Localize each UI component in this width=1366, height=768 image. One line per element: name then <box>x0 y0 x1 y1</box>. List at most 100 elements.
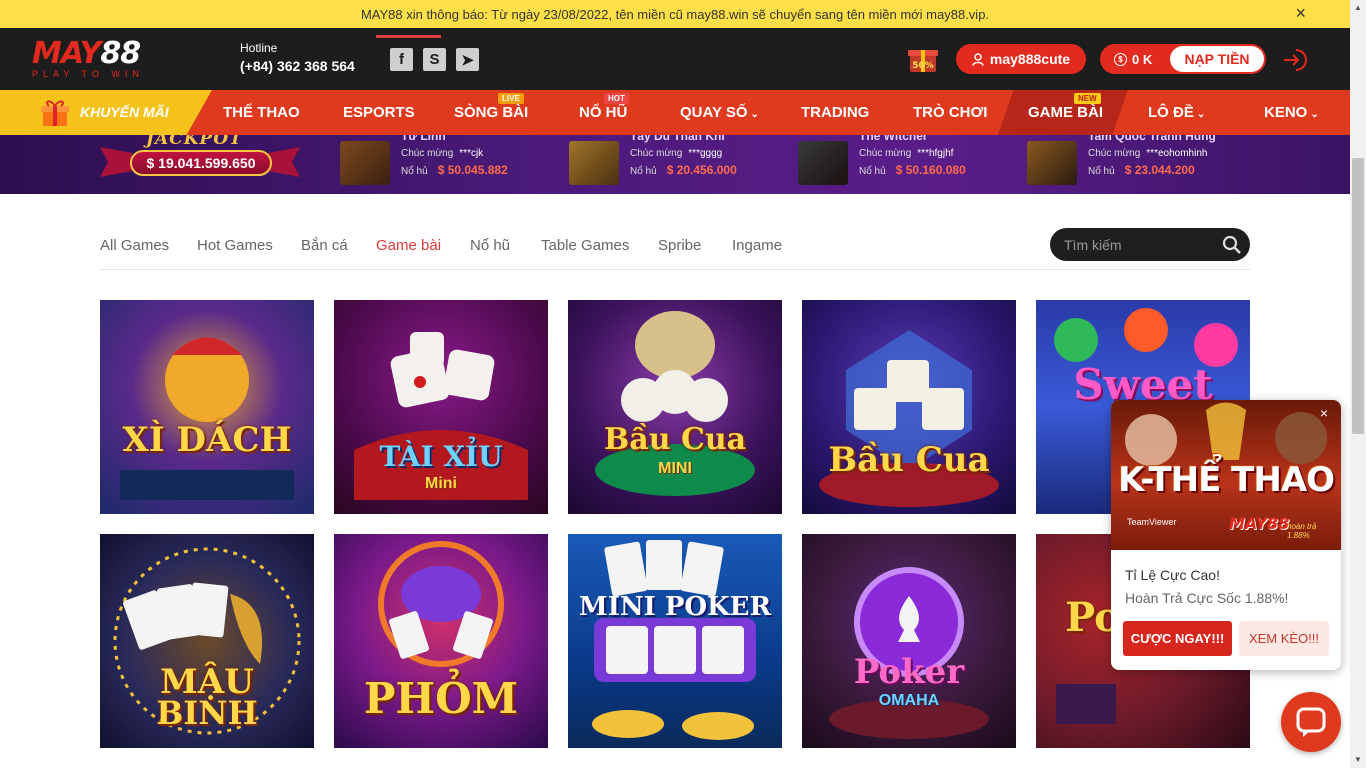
winner-label: Nổ hủ <box>630 166 657 177</box>
scroll-up-arrow[interactable]: ▲ <box>1350 0 1366 16</box>
hotline-number: (+84) 362 368 564 <box>240 58 355 74</box>
game-tile[interactable]: MINI POKER <box>568 534 782 748</box>
logo[interactable]: MAY88 PLAY TO WIN <box>32 39 177 80</box>
nav-item-quay-so[interactable]: QUAY SỐ ⌄ <box>680 104 759 121</box>
winner-user: ***gggg <box>688 148 723 159</box>
tab-table-games[interactable]: Table Games <box>541 237 629 254</box>
game-thumbnail <box>798 141 848 185</box>
popup-banner[interactable]: × K-THỂ THAO TeamViewer MAY88 hoàn trả 1… <box>1111 400 1341 550</box>
winner-user: ***cjk <box>459 148 484 159</box>
game-title: Bầu Cua <box>603 422 747 457</box>
bet-now-button[interactable]: CƯỢC NGAY!!! <box>1123 621 1232 656</box>
winner-label: Nổ hủ <box>401 166 428 177</box>
main-nav: KHUYẾN MÃI THỂ THAO ESPORTS LIVE SÒNG BÀ… <box>0 90 1350 135</box>
notice-close-button[interactable]: × <box>1295 4 1306 22</box>
nav-item-no-hu[interactable]: HOT NỔ HŨ <box>579 93 629 121</box>
popup-title: K-THỂ THAO <box>1117 460 1335 500</box>
tab-hot-games[interactable]: Hot Games <box>197 237 273 254</box>
game-thumbnail <box>1027 141 1077 185</box>
social-links: f S ➤ <box>390 48 479 71</box>
tab-spribe[interactable]: Spribe <box>658 237 701 254</box>
winner-label: Nổ hủ <box>859 166 886 177</box>
balance[interactable]: $ 0 K <box>1100 52 1170 67</box>
live-chat-button[interactable] <box>1281 692 1341 752</box>
jackpot-box: JACKPOT $ 19.041.599.650 <box>100 135 300 194</box>
deposit-button[interactable]: NẠP TIỀN <box>1170 46 1264 72</box>
nav-item-esports[interactable]: ESPORTS <box>343 104 415 121</box>
winner-amount: $ 23.044.200 <box>1124 163 1195 177</box>
telegram-icon[interactable]: ➤ <box>456 48 479 71</box>
nav-item-song-bai[interactable]: LIVE SÒNG BÀI <box>454 93 529 121</box>
tab-ingame[interactable]: Ingame <box>732 237 782 254</box>
ribbon-left <box>100 147 132 177</box>
jackpot-winner[interactable]: Tứ Linh Chúc mừng ***cjk Nổ hủ $ 50.045.88… <box>340 135 550 194</box>
view-odds-button[interactable]: XEM KÈO!!! <box>1239 621 1329 656</box>
nav-item-the-thao[interactable]: THỂ THAO <box>223 104 300 121</box>
game-title: Poker <box>853 652 965 692</box>
nav-item-lo-de[interactable]: LÔ ĐỀ ⌄ <box>1148 104 1205 121</box>
game-tile[interactable]: PHỎM <box>334 534 548 748</box>
game-thumbnail <box>340 141 390 185</box>
jackpot-title: JACKPOT <box>146 135 243 149</box>
game-thumbnail <box>569 141 619 185</box>
scroll-down-arrow[interactable]: ▼ <box>1350 752 1366 768</box>
nav-label: SÒNG BÀI <box>454 104 529 121</box>
nav-item-keno[interactable]: KENO ⌄ <box>1264 104 1319 121</box>
game-tile[interactable]: Poker OMAHA <box>802 534 1016 748</box>
game-art <box>829 567 989 739</box>
search-icon[interactable] <box>1222 235 1242 255</box>
nav-item-trading[interactable]: TRADING <box>801 104 869 121</box>
promo-gift-icon[interactable]: 50% <box>907 44 939 74</box>
game-tile[interactable]: Bầu Cua MINI <box>568 300 782 514</box>
tab-no-hu[interactable]: Nổ hũ <box>470 237 510 254</box>
chevron-down-icon: ⌄ <box>1310 109 1319 120</box>
popup-close-button[interactable]: × <box>1315 404 1333 422</box>
game-title: Bầu Cua <box>828 440 990 480</box>
header: MAY88 PLAY TO WIN Hotline (+84) 362 368 … <box>0 28 1350 90</box>
skype-icon[interactable]: S <box>423 48 446 71</box>
scrollbar-thumb[interactable] <box>1352 158 1364 434</box>
jackpot-winner[interactable]: Tây Du Thần Khí Chúc mừng ***gggg Nổ hủ $ … <box>569 135 779 194</box>
winner-game: The Witcher <box>859 135 928 143</box>
game-tile[interactable]: Bầu Cua <box>802 300 1016 514</box>
hot-badge: HOT <box>604 93 629 104</box>
facebook-icon[interactable]: f <box>390 48 413 71</box>
game-subtitle: BINH <box>156 694 258 732</box>
promo-badge: 50% <box>912 61 934 71</box>
jackpot-winner[interactable]: The Witcher Chúc mừng ***hfgjhf Nổ hủ $ 50… <box>798 135 1008 194</box>
jackpot-banner: JACKPOT $ 19.041.599.650 Tứ Linh Chúc mừ… <box>0 135 1350 194</box>
game-tile[interactable]: TÀI XỈU Mini <box>334 300 548 514</box>
game-art <box>819 330 999 507</box>
tab-ban-ca[interactable]: Bắn cá <box>301 237 348 254</box>
chevron-down-icon: ⌄ <box>1196 109 1206 120</box>
winner-label: Nổ hủ <box>1088 166 1115 177</box>
hotline: Hotline (+84) 362 368 564 <box>240 41 355 74</box>
nav-label: LÔ ĐỀ <box>1148 104 1194 121</box>
active-tab-indicator <box>376 35 441 38</box>
search-input[interactable] <box>1064 228 1214 261</box>
chevron-down-icon: ⌄ <box>750 109 759 120</box>
game-art <box>592 540 756 740</box>
user-icon <box>972 52 984 66</box>
nav-item-game-bai[interactable]: NEW GAME BÀI <box>1028 93 1103 121</box>
tab-all-games[interactable]: All Games <box>100 237 169 254</box>
jackpot-winner[interactable]: Tam Quốc Tranh Hùng Chúc mừng ***eohomhin… <box>1027 135 1237 194</box>
nav-promo[interactable]: KHUYẾN MÃI <box>80 104 169 120</box>
game-subtitle: MINI <box>658 460 692 477</box>
coin-icon: $ <box>1114 52 1127 66</box>
nav-label: GAME BÀI <box>1028 104 1103 121</box>
game-tile[interactable]: XÌ DÁCH <box>100 300 314 514</box>
game-tile[interactable]: MẬU BINH <box>100 534 314 748</box>
teamviewer-logo: TeamViewer <box>1127 517 1177 527</box>
tab-game-bai[interactable]: Game bài <box>376 237 441 254</box>
game-art <box>595 311 755 496</box>
winner-game: Tây Du Thần Khí <box>630 135 725 143</box>
live-badge: LIVE <box>498 93 524 104</box>
popup-line-1: Tỉ Lệ Cực Cao! <box>1125 567 1220 583</box>
logo-main: MAY <box>32 36 101 71</box>
nav-label: THỂ THAO <box>223 104 300 121</box>
popup-brand: MAY88 <box>1229 514 1290 533</box>
user-account-button[interactable]: may888cute <box>956 44 1086 74</box>
logout-icon[interactable] <box>1280 46 1308 74</box>
nav-item-tro-choi[interactable]: TRÒ CHƠI <box>913 104 987 121</box>
